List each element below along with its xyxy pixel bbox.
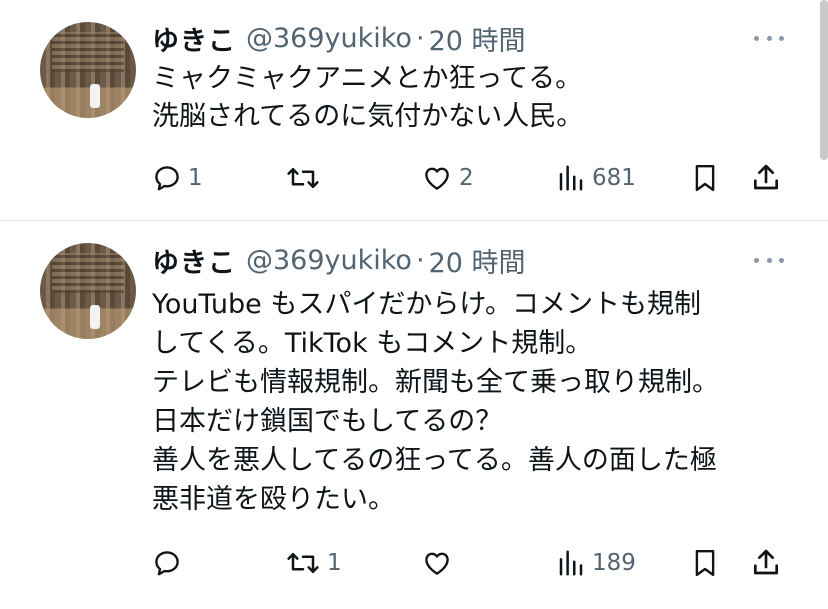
reply-button[interactable] xyxy=(152,543,188,583)
share-button[interactable] xyxy=(750,543,782,583)
tweet-actions: 1 189 xyxy=(0,543,828,583)
avatar[interactable] xyxy=(40,22,136,118)
tweet-text: ミャクミャクアニメとか狂ってる。 洗脳されてるのに気付かない人民。 xyxy=(152,60,583,136)
tweet-text-line: 日本だけ鎖国でもしてるの？ xyxy=(152,406,503,437)
bookmark-button[interactable] xyxy=(690,158,720,198)
retweet-count: 1 xyxy=(327,550,342,576)
user-handle[interactable]: @369yukiko xyxy=(246,245,412,276)
views-chart-icon xyxy=(559,165,583,191)
heart-icon xyxy=(425,552,449,575)
timestamp[interactable]: 20 時間 xyxy=(429,19,526,58)
tweet-2[interactable]: ゆきこ @369yukiko · 20 時間 YouTube もスパイだからけ。… xyxy=(0,221,828,609)
tweet-header: ゆきこ @369yukiko · 20 時間 xyxy=(152,19,526,58)
tweet-text-line: ミャクミャクアニメとか狂ってる。 xyxy=(152,63,583,94)
more-icon[interactable] xyxy=(754,33,784,43)
view-count: 681 xyxy=(592,165,636,191)
display-name[interactable]: ゆきこ xyxy=(152,241,236,280)
like-button[interactable] xyxy=(421,543,459,583)
views-chart-icon xyxy=(559,550,583,576)
retweet-button[interactable] xyxy=(285,158,327,198)
bookmark-icon xyxy=(695,164,715,192)
tweet-text-line: 洗脳されてるのに気付かない人民。 xyxy=(152,101,584,132)
separator-dot: · xyxy=(415,22,425,54)
views-button[interactable]: 189 xyxy=(556,543,636,583)
reply-button[interactable]: 1 xyxy=(152,158,203,198)
tweet-text-line: してくる。TikTok もコメント規制。 xyxy=(152,328,593,359)
user-handle[interactable]: @369yukiko xyxy=(246,23,412,54)
reply-icon xyxy=(155,551,179,576)
retweet-icon xyxy=(287,168,319,188)
timestamp[interactable]: 20 時間 xyxy=(429,241,526,280)
bookmark-button[interactable] xyxy=(690,543,720,583)
share-icon xyxy=(754,164,778,190)
scrollbar[interactable] xyxy=(820,0,828,160)
reply-count: 1 xyxy=(188,165,203,191)
share-icon xyxy=(754,549,778,575)
tweet-text-line: テレビも情報規制。新聞も全て乗っ取り規制。 xyxy=(152,367,719,398)
tweet-actions: 1 2 681 xyxy=(0,158,828,198)
like-count: 2 xyxy=(459,165,474,191)
retweet-button[interactable]: 1 xyxy=(285,543,342,583)
tweet-header: ゆきこ @369yukiko · 20 時間 xyxy=(152,241,526,280)
view-count: 189 xyxy=(592,550,636,576)
heart-icon xyxy=(425,167,449,190)
tweet-text: YouTube もスパイだからけ。コメントも規制 してくる。TikTok もコメン… xyxy=(152,285,719,519)
tweet-text-line: YouTube もスパイだからけ。コメントも規制 xyxy=(152,289,702,320)
tweet-1[interactable]: ゆきこ @369yukiko · 20 時間 ミャクミャクアニメとか狂ってる。洗… xyxy=(0,0,828,220)
reply-icon xyxy=(155,166,179,191)
bookmark-icon xyxy=(695,549,715,577)
like-button[interactable]: 2 xyxy=(421,158,474,198)
avatar[interactable] xyxy=(40,243,136,339)
retweet-icon xyxy=(287,553,319,573)
share-button[interactable] xyxy=(750,158,782,198)
views-button[interactable]: 681 xyxy=(556,158,636,198)
tweet-text-line: 善人を悪人してるの狂ってる。善人の面した極 xyxy=(152,445,717,476)
more-icon[interactable] xyxy=(754,255,784,265)
separator-dot: · xyxy=(415,244,425,276)
display-name[interactable]: ゆきこ xyxy=(152,19,236,58)
tweet-text-line: 悪非道を殴りたい。 xyxy=(152,484,395,515)
